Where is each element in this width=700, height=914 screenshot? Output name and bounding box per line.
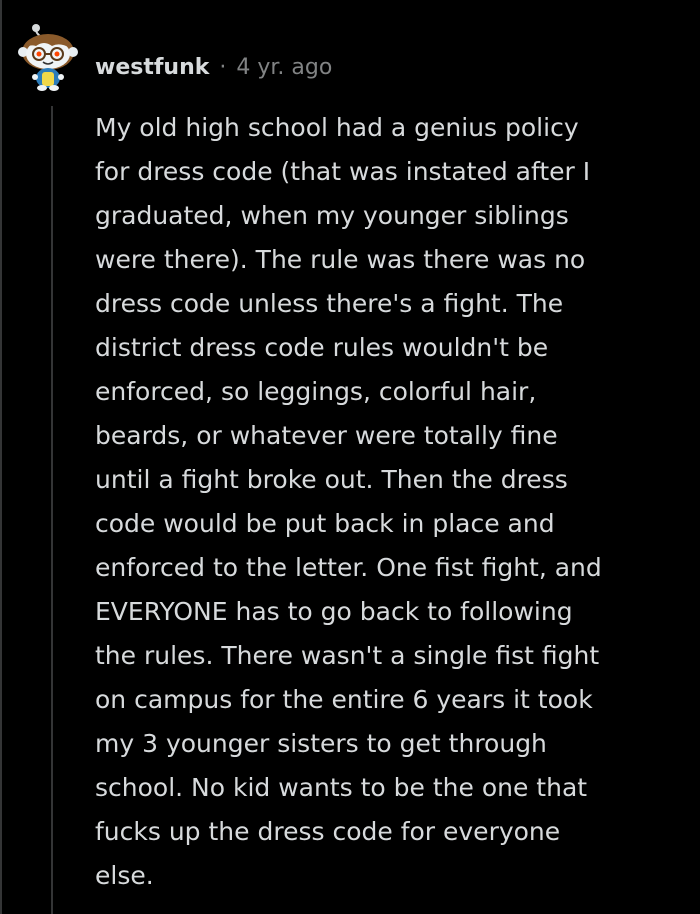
comment-meta: westfunk · 4 yr. ago [95,50,332,86]
comment-line: enforced, so leggings, colorful hair, [95,377,537,406]
username-link[interactable]: westfunk [95,50,209,86]
comment-line: else. [95,861,154,890]
comment-line: enforced to the letter. One fist fight, … [95,553,602,582]
comment-line: were there). The rule was there was no [95,245,586,274]
snoo-avatar-icon[interactable] [16,22,82,92]
comment-line: school. No kid wants to be the one that [95,773,588,802]
comment-line: graduated, when my younger siblings [95,201,569,230]
comment-line: fucks up the dress code for everyone [95,817,561,846]
comment-body: My old high school had a genius policy f… [95,106,685,898]
comment-line: my 3 younger sisters to get through [95,729,547,758]
comment-line: district dress code rules wouldn't be [95,333,549,362]
comment-line: dress code unless there's a fight. The [95,289,564,318]
comment-line: My old high school had a genius policy [95,113,579,142]
comment-line: code would be put back in place and [95,509,555,538]
meta-separator: · [219,55,227,80]
comment-timestamp[interactable]: 4 yr. ago [236,50,332,86]
parent-thread-line[interactable] [0,0,2,914]
comment-line: EVERYONE has to go back to following [95,597,573,626]
comment-line: for dress code (that was instated after … [95,157,591,186]
comment-line: until a fight broke out. Then the dress [95,465,568,494]
comment-line: beards, or whatever were totally fine [95,421,558,450]
comment-thread-line[interactable] [51,106,53,914]
comment-line: on campus for the entire 6 years it took [95,685,593,714]
comment-line: the rules. There wasn't a single fist fi… [95,641,600,670]
